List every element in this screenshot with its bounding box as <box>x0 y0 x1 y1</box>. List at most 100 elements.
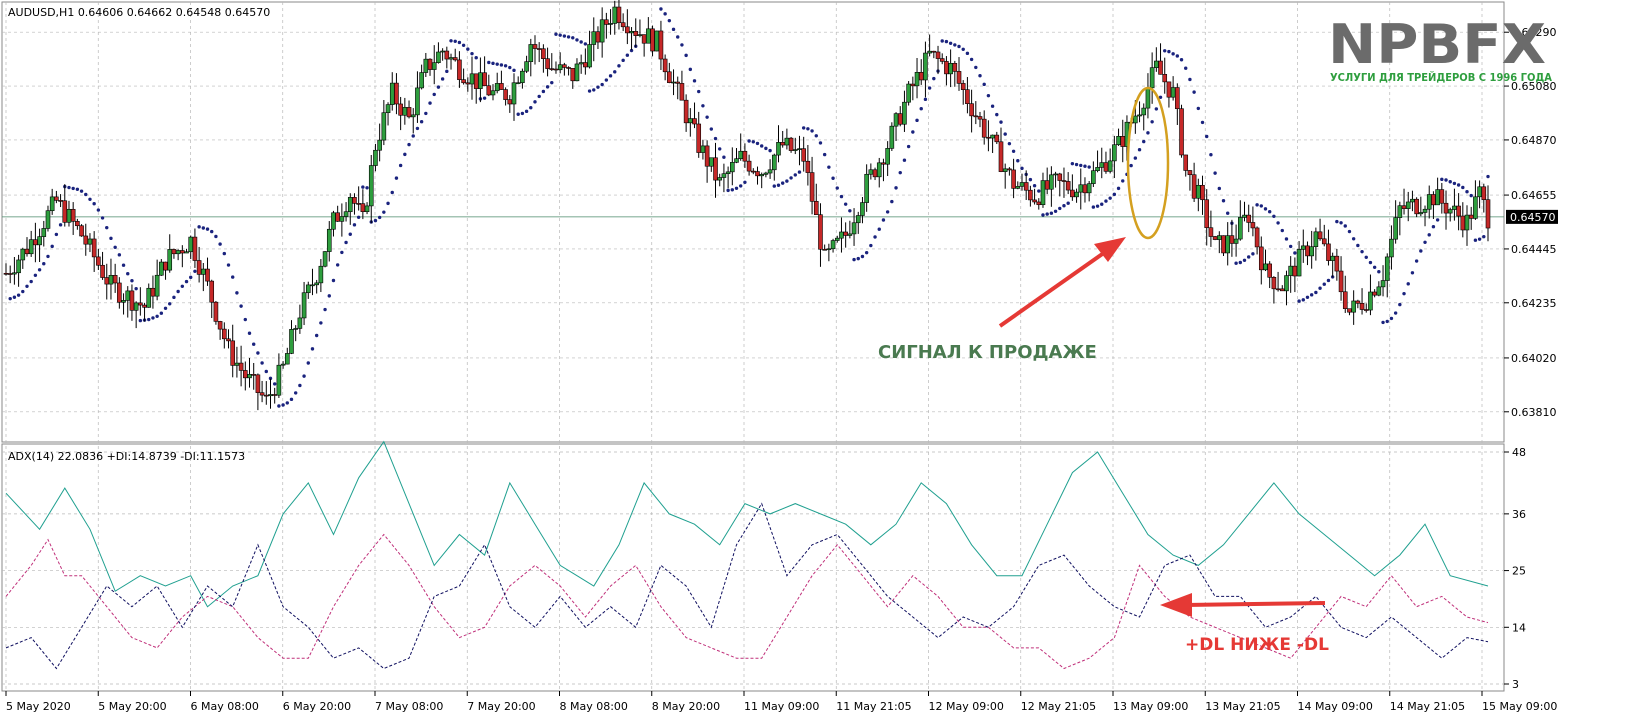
sar-dot <box>352 223 357 227</box>
sar-dot <box>134 286 138 291</box>
sar-dot <box>201 226 206 230</box>
sar-dot <box>231 275 235 279</box>
candle <box>1321 224 1327 247</box>
sar-dot <box>436 85 441 89</box>
candle <box>196 246 202 283</box>
candle <box>108 258 114 300</box>
candle <box>881 158 886 182</box>
sar-dot <box>1226 211 1230 215</box>
candle <box>209 279 215 319</box>
sar-dot <box>222 251 227 256</box>
candle <box>117 277 122 309</box>
candle <box>969 89 974 133</box>
sar-dot <box>1486 174 1490 179</box>
candle <box>1435 177 1440 206</box>
candle <box>431 45 437 85</box>
candle <box>973 101 979 125</box>
sar-dot <box>566 35 571 39</box>
candle <box>394 73 399 115</box>
candle <box>1208 210 1214 247</box>
candle <box>1359 288 1365 315</box>
candle <box>906 81 911 106</box>
sar-dot <box>394 176 399 180</box>
candle <box>1418 196 1424 217</box>
candle <box>1355 299 1361 309</box>
sar-dot <box>54 232 59 237</box>
candle <box>440 48 445 61</box>
candle <box>37 228 42 263</box>
sar-dot <box>1435 218 1440 222</box>
candle <box>1473 180 1478 220</box>
candle <box>843 222 848 248</box>
candle <box>599 7 605 58</box>
candle <box>1330 252 1335 278</box>
candle <box>1183 154 1189 177</box>
candle <box>343 202 349 222</box>
sar-dot <box>1267 210 1272 214</box>
candle <box>20 247 26 269</box>
candle <box>444 46 450 69</box>
candle <box>935 45 941 75</box>
sar-dot <box>382 210 386 214</box>
sar-dot <box>491 61 495 66</box>
candle <box>297 304 303 334</box>
sar-dot <box>608 74 613 78</box>
sar-dot <box>1339 221 1343 225</box>
sar-dot <box>29 279 33 284</box>
sar-dot <box>789 176 793 180</box>
di-signal-arrow <box>1160 593 1326 617</box>
sar-dot <box>130 279 134 283</box>
candle <box>1070 174 1075 201</box>
candle <box>1053 171 1058 188</box>
sar-dot <box>8 296 12 301</box>
candle <box>683 94 689 132</box>
sar-dot <box>1037 189 1041 193</box>
sar-dot <box>739 184 743 188</box>
candle <box>1380 265 1386 297</box>
candle <box>1212 235 1218 241</box>
sar-dot <box>835 186 839 190</box>
candle <box>839 217 844 253</box>
sar-dot <box>365 186 369 190</box>
sar-dot <box>1163 49 1167 53</box>
sar-dot <box>1234 261 1238 265</box>
candle <box>591 17 597 62</box>
candle <box>1296 241 1302 277</box>
time-tick-label: 7 May 08:00 <box>375 700 443 713</box>
candle <box>1447 207 1453 222</box>
sar-dot <box>1221 199 1226 203</box>
candle <box>1044 167 1050 195</box>
sar-dot <box>1440 177 1444 182</box>
candle <box>129 284 135 321</box>
sar-dot <box>676 35 680 39</box>
sar-dot <box>755 141 760 146</box>
sar-dot <box>247 331 252 335</box>
di-signal-label: +DL НИЖЕ -DL <box>1185 635 1329 655</box>
candle <box>679 70 685 101</box>
sar-dot <box>1351 237 1356 241</box>
candle <box>1288 256 1293 293</box>
sar-dot <box>1188 77 1192 82</box>
time-tick-label: 13 May 09:00 <box>1113 700 1188 713</box>
sar-dot <box>1049 211 1054 215</box>
candle <box>268 378 273 409</box>
sar-dot <box>785 179 789 183</box>
candle <box>1460 202 1466 238</box>
sar-dot <box>335 263 340 267</box>
sar-dot <box>453 39 457 44</box>
candle <box>511 73 517 121</box>
sar-dot <box>210 229 214 234</box>
sar-dot <box>1011 149 1016 153</box>
sar-dot <box>1184 66 1188 70</box>
candle <box>339 203 345 237</box>
candle <box>1166 81 1172 108</box>
candle <box>872 167 878 181</box>
sar-dot <box>1167 49 1171 54</box>
sar-dot <box>978 74 982 78</box>
candle <box>230 324 236 378</box>
sar-dot <box>1326 278 1331 283</box>
sar-dot <box>957 44 961 49</box>
sar-dot <box>898 170 902 175</box>
sar-dot <box>1217 186 1222 191</box>
candle <box>637 19 643 38</box>
